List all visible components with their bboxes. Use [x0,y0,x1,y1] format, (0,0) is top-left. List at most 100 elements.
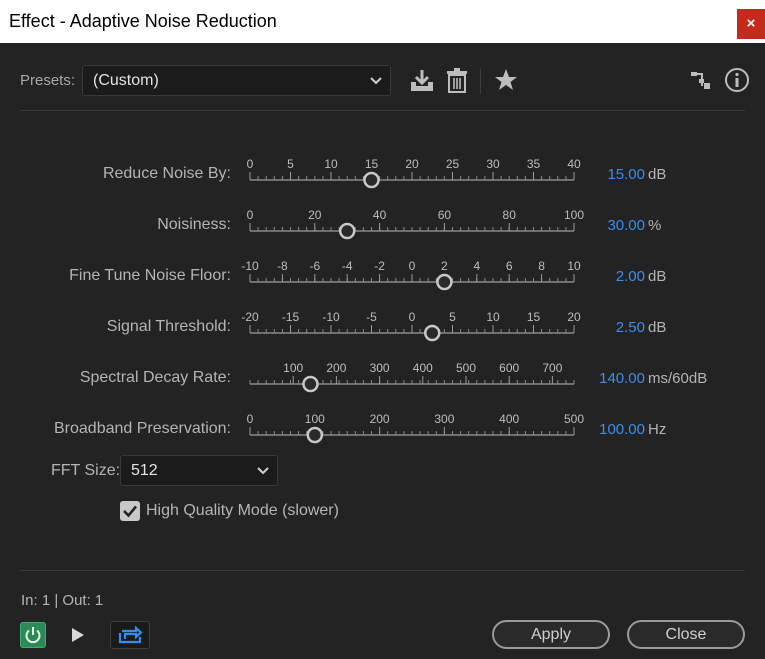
slider-thumb[interactable] [306,426,324,444]
param-value[interactable]: 2.50 [616,319,645,336]
slider-tick-label: 20 [405,157,419,171]
param-slider[interactable]: 100 200 300 400 500 600 700 [238,359,590,399]
slider-tick-label: 10 [567,259,581,273]
param-slider[interactable]: 0 100 200 300 400 500 [238,410,590,450]
slider-tick-label: 5 [287,157,294,171]
slider-tick-label: 200 [326,361,346,375]
param-label: Signal Threshold: [106,318,231,335]
param-value[interactable]: 100.00 [599,421,645,438]
param-unit: dB [648,166,667,183]
slider-tick-label: 8 [538,259,545,273]
slider-tick-label: 300 [434,412,454,426]
io-channels-text: In: 1 | Out: 1 [21,592,104,609]
play-icon[interactable] [70,626,86,644]
slider-tick-label: 40 [567,157,581,171]
slider-tick-label: 30 [486,157,500,171]
param-slider[interactable]: 0 5 10 15 20 25 30 35 40 [238,155,590,195]
footer-divider [20,570,745,571]
slider-tick-label: 25 [446,157,460,171]
param-value[interactable]: 2.00 [616,268,645,285]
loop-playback-button[interactable] [110,621,150,649]
slider-thumb[interactable] [302,375,319,393]
presets-label: Presets: [20,72,76,89]
param-value[interactable]: 15.00 [607,166,645,183]
slider-tick-label: 10 [486,310,500,324]
slider-thumb[interactable] [363,171,380,189]
slider-tick-label: -8 [277,259,288,273]
slider-tick-label: 0 [409,310,416,324]
fft-size-label: FFT Size: [51,462,121,479]
power-icon [25,627,41,644]
slider-tick-label: 100 [283,361,303,375]
checkmark-icon [123,505,137,518]
high-quality-label[interactable]: High Quality Mode (slower) [146,502,339,520]
slider-tick-label: 700 [542,361,562,375]
slider-tick-label: 4 [473,259,480,273]
loop-icon [118,625,143,644]
slider-tick-label: 5 [449,310,456,324]
slider-thumb[interactable] [338,222,356,240]
apply-button[interactable]: Apply [492,620,610,649]
slider-tick-label: 80 [503,208,517,222]
slider-tick-label: -6 [309,259,320,273]
param-value[interactable]: 30.00 [607,217,645,234]
slider-tick-label: 300 [370,361,390,375]
slider-tick-label: 100 [564,208,584,222]
param-slider[interactable]: -20 -15 -10 -5 0 5 10 15 20 [238,308,590,348]
param-unit: % [648,217,662,234]
slider-tick-label: 20 [308,208,322,222]
slider-tick-label: -10 [322,310,340,324]
slider-tick-label: -2 [374,259,385,273]
slider-tick-label: 0 [409,259,416,273]
presets-selected-value: (Custom) [93,72,159,89]
info-icon[interactable] [724,67,750,93]
slider-tick-label: 20 [567,310,581,324]
param-value[interactable]: 140.00 [599,370,645,387]
slider-tick-label: 400 [499,412,519,426]
slider-tick-label: 15 [365,157,379,171]
param-slider[interactable]: 0 20 40 60 80 100 [238,206,590,246]
fft-size-dropdown[interactable]: 512 [120,455,278,486]
slider-thumb[interactable] [436,273,453,291]
save-preset-icon[interactable] [409,68,435,94]
param-label: Reduce Noise By: [102,165,231,182]
slider-tick-label: 200 [370,412,390,426]
slider-tick-label: 600 [499,361,519,375]
window-title: Effect - Adaptive Noise Reduction [9,11,277,31]
slider-tick-label: 6 [506,259,513,273]
high-quality-checkbox[interactable] [120,501,140,521]
slider-thumb[interactable] [424,324,441,342]
slider-tick-label: 500 [564,412,584,426]
slider-tick-label: 60 [438,208,452,222]
slider-tick-label: 0 [247,157,254,171]
param-unit: Hz [648,421,667,438]
power-toggle-button[interactable] [20,622,46,648]
param-label: Fine Tune Noise Floor: [69,267,231,284]
slider-tick-label: 15 [527,310,541,324]
close-window-button[interactable]: × [737,9,765,39]
slider-tick-label: 500 [456,361,476,375]
param-unit: dB [648,268,667,285]
slider-tick-label: 35 [527,157,541,171]
param-unit: ms/60dB [648,370,708,387]
param-slider[interactable]: -10 -8 -6 -4 -2 0 2 4 6 8 10 [238,257,590,297]
header-divider [20,110,745,111]
slider-tick-label: -5 [366,310,377,324]
fft-size-selected-value: 512 [131,462,158,479]
chevron-down-icon [370,71,382,94]
slider-tick-label: -10 [241,259,259,273]
slider-tick-label: 400 [413,361,433,375]
close-button[interactable]: Close [627,620,745,649]
presets-dropdown[interactable]: (Custom) [82,65,391,96]
toolbar-divider [480,68,481,94]
delete-preset-icon[interactable] [446,67,468,94]
slider-tick-label: -15 [282,310,300,324]
slider-tick-label: 10 [324,157,338,171]
param-label: Noisiness: [157,216,231,233]
favorite-star-icon[interactable] [494,68,518,92]
chevron-down-icon [257,461,269,484]
slider-tick-label: 0 [247,208,254,222]
param-label: Broadband Preservation: [54,420,231,437]
title-bar: Effect - Adaptive Noise Reduction × [0,0,765,43]
routing-icon[interactable] [690,69,712,91]
